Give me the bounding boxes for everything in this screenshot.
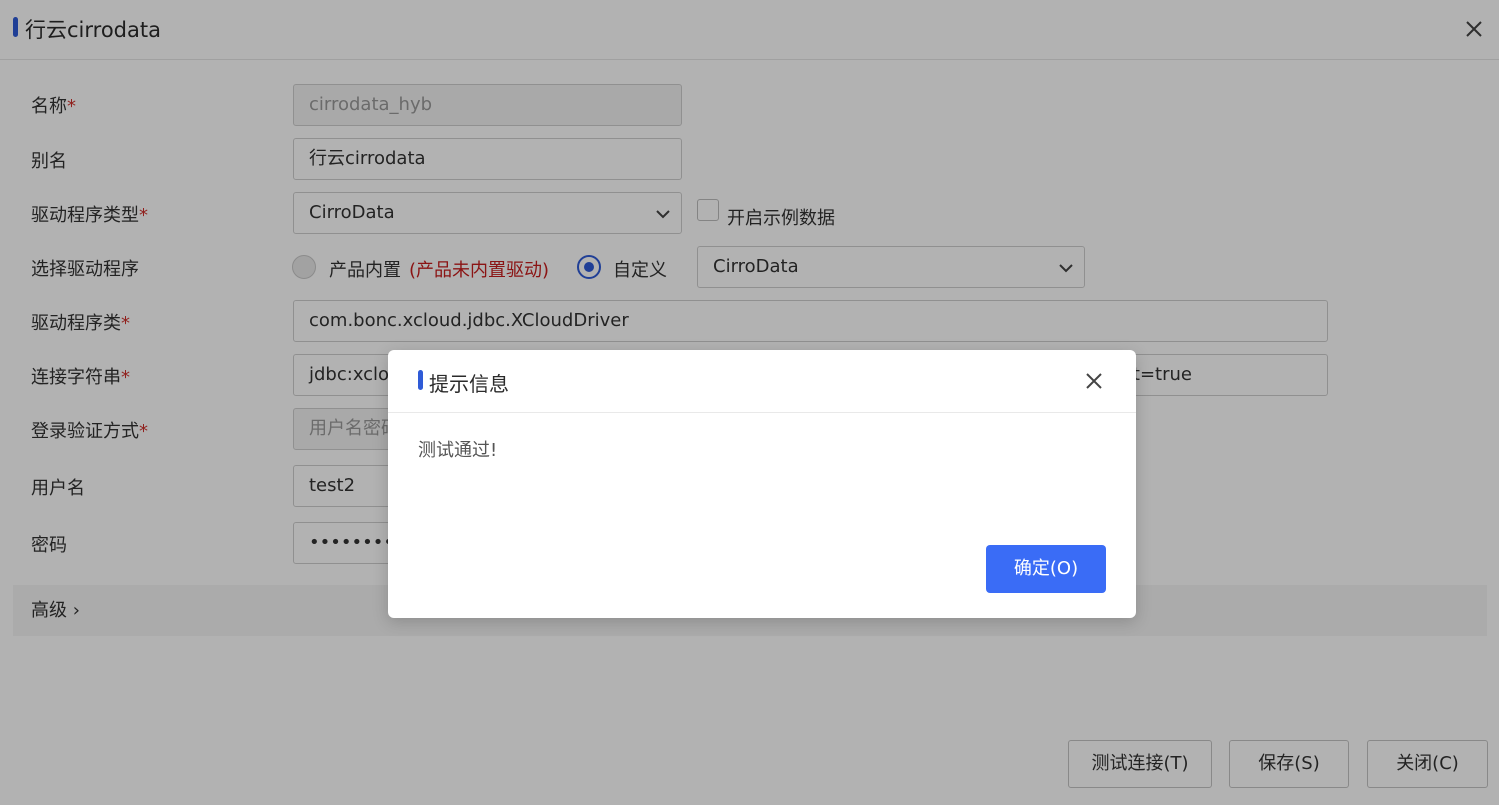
close-icon[interactable] (1083, 370, 1105, 392)
dialog-message: 测试通过! (418, 440, 498, 461)
dialog-header: 提示信息 (388, 350, 1136, 413)
ok-button[interactable]: 确定(O) (986, 545, 1106, 593)
dialog-title: 提示信息 (429, 372, 509, 396)
dialog-accent-bar (418, 370, 423, 390)
info-dialog: 提示信息 测试通过! 确定(O) (388, 350, 1136, 618)
